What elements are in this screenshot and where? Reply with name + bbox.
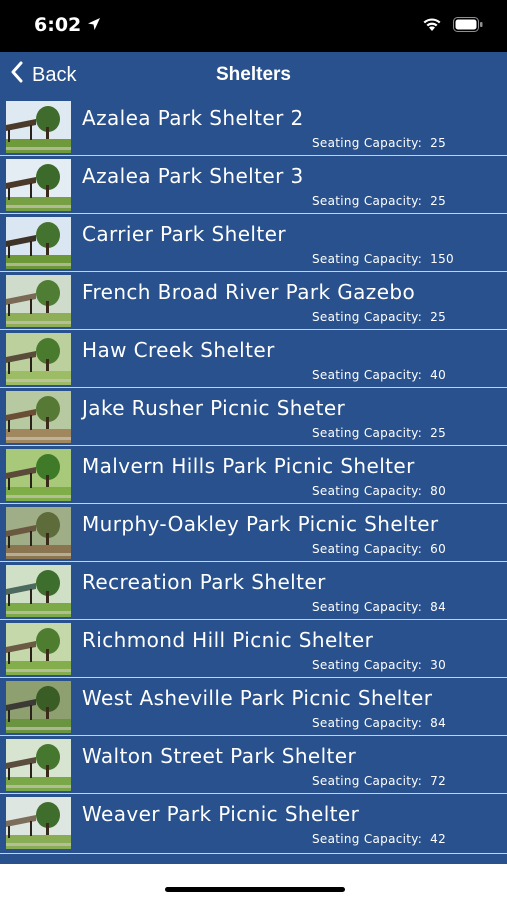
seating-capacity-value: 25 xyxy=(430,136,447,150)
seating-capacity: Seating Capacity: 80 xyxy=(312,484,446,498)
seating-capacity: Seating Capacity: 25 xyxy=(312,194,446,208)
seating-capacity-value: 30 xyxy=(430,658,447,672)
shelter-photo xyxy=(6,159,71,211)
shelter-name: Richmond Hill Picnic Shelter xyxy=(82,628,374,652)
seating-capacity-value: 60 xyxy=(430,542,447,556)
seating-capacity: Seating Capacity: 60 xyxy=(312,542,446,556)
seating-capacity: Seating Capacity: 72 xyxy=(312,774,446,788)
shelter-row[interactable]: Haw Creek Shelter Seating Capacity: 40 xyxy=(0,330,507,388)
shelter-row[interactable]: Richmond Hill Picnic Shelter Seating Capa… xyxy=(0,620,507,678)
seating-capacity-value: 42 xyxy=(430,832,447,846)
seating-capacity-value: 40 xyxy=(430,368,447,382)
shelter-photo xyxy=(6,449,71,501)
seating-capacity-label: Seating Capacity: xyxy=(312,658,423,672)
shelter-name: Malvern Hills Park Picnic Shelter xyxy=(82,454,415,478)
seating-capacity-label: Seating Capacity: xyxy=(312,774,423,788)
shelter-photo xyxy=(6,565,71,617)
status-icons xyxy=(421,16,483,37)
seating-capacity-label: Seating Capacity: xyxy=(312,136,423,150)
seating-capacity: Seating Capacity: 150 xyxy=(312,252,454,266)
shelter-row[interactable]: Malvern Hills Park Picnic Shelter Seating… xyxy=(0,446,507,504)
shelter-row[interactable]: Azalea Park Shelter 3 Seating Capacity: 25 xyxy=(0,156,507,214)
location-arrow-icon xyxy=(87,14,101,36)
shelter-row[interactable]: Carrier Park Shelter Seating Capacity: 150 xyxy=(0,214,507,272)
shelter-photo xyxy=(6,681,71,733)
shelter-photo xyxy=(6,217,71,269)
shelter-row[interactable]: Recreation Park Shelter Seating Capacity:… xyxy=(0,562,507,620)
seating-capacity-label: Seating Capacity: xyxy=(312,542,423,556)
shelter-name: Recreation Park Shelter xyxy=(82,570,326,594)
seating-capacity: Seating Capacity: 30 xyxy=(312,658,446,672)
shelter-photo xyxy=(6,739,71,791)
status-time-group: 6:02 xyxy=(34,14,101,36)
status-time: 6:02 xyxy=(34,14,82,36)
seating-capacity-value: 25 xyxy=(430,310,447,324)
seating-capacity-label: Seating Capacity: xyxy=(312,426,423,440)
status-bar: 6:02 xyxy=(0,0,507,52)
seating-capacity: Seating Capacity: 25 xyxy=(312,136,446,150)
shelter-photo xyxy=(6,507,71,559)
shelter-name: Murphy-Oakley Park Picnic Shelter xyxy=(82,512,439,536)
seating-capacity-label: Seating Capacity: xyxy=(312,832,423,846)
seating-capacity: Seating Capacity: 84 xyxy=(312,600,446,614)
shelter-photo xyxy=(6,797,71,849)
shelter-name: Azalea Park Shelter 3 xyxy=(82,164,304,188)
seating-capacity-label: Seating Capacity: xyxy=(312,252,423,266)
back-button[interactable]: Back xyxy=(10,52,76,98)
shelter-name: French Broad River Park Gazebo xyxy=(82,280,416,304)
shelter-name: West Asheville Park Picnic Shelter xyxy=(82,686,433,710)
seating-capacity-value: 80 xyxy=(430,484,447,498)
shelter-row[interactable]: French Broad River Park Gazebo Seating Ca… xyxy=(0,272,507,330)
shelter-name: Azalea Park Shelter 2 xyxy=(82,106,304,130)
seating-capacity-value: 84 xyxy=(430,600,447,614)
shelter-photo xyxy=(6,391,71,443)
home-area xyxy=(0,864,507,900)
shelter-row[interactable]: Azalea Park Shelter 2 Seating Capacity: 25 xyxy=(0,98,507,156)
shelter-photo xyxy=(6,101,71,153)
shelter-name: Weaver Park Picnic Shelter xyxy=(82,802,360,826)
shelter-photo xyxy=(6,275,71,327)
shelter-name: Walton Street Park Shelter xyxy=(82,744,357,768)
shelter-name: Jake Rusher Picnic Sheter xyxy=(82,396,346,420)
seating-capacity-label: Seating Capacity: xyxy=(312,194,423,208)
shelter-row[interactable]: Jake Rusher Picnic Sheter Seating Capacit… xyxy=(0,388,507,446)
seating-capacity: Seating Capacity: 42 xyxy=(312,832,446,846)
seating-capacity-label: Seating Capacity: xyxy=(312,310,423,324)
seating-capacity-value: 25 xyxy=(430,194,447,208)
seating-capacity-value: 25 xyxy=(430,426,447,440)
navigation-bar: Back Shelters xyxy=(0,52,507,99)
seating-capacity-value: 150 xyxy=(430,252,454,266)
back-label: Back xyxy=(32,63,77,86)
battery-icon xyxy=(453,16,483,37)
seating-capacity-value: 84 xyxy=(430,716,447,730)
seating-capacity-value: 72 xyxy=(430,774,447,788)
shelter-photo xyxy=(6,333,71,385)
shelter-photo xyxy=(6,623,71,675)
shelter-row[interactable]: Weaver Park Picnic Shelter Seating Capaci… xyxy=(0,794,507,854)
seating-capacity: Seating Capacity: 25 xyxy=(312,310,446,324)
shelter-name: Carrier Park Shelter xyxy=(82,222,286,246)
seating-capacity-label: Seating Capacity: xyxy=(312,368,423,382)
seating-capacity: Seating Capacity: 84 xyxy=(312,716,446,730)
shelter-row[interactable]: Walton Street Park Shelter Seating Capaci… xyxy=(0,736,507,794)
shelter-name: Haw Creek Shelter xyxy=(82,338,275,362)
seating-capacity-label: Seating Capacity: xyxy=(312,600,423,614)
seating-capacity-label: Seating Capacity: xyxy=(312,716,423,730)
seating-capacity-label: Seating Capacity: xyxy=(312,484,423,498)
shelter-row[interactable]: West Asheville Park Picnic Shelter Seatin… xyxy=(0,678,507,736)
shelter-list[interactable]: Azalea Park Shelter 2 Seating Capacity: 25… xyxy=(0,98,507,864)
shelter-row[interactable]: Murphy-Oakley Park Picnic Shelter Seating… xyxy=(0,504,507,562)
chevron-left-icon xyxy=(10,61,24,89)
seating-capacity: Seating Capacity: 25 xyxy=(312,426,446,440)
seating-capacity: Seating Capacity: 40 xyxy=(312,368,446,382)
wifi-icon xyxy=(421,16,443,37)
home-indicator[interactable] xyxy=(165,887,345,892)
